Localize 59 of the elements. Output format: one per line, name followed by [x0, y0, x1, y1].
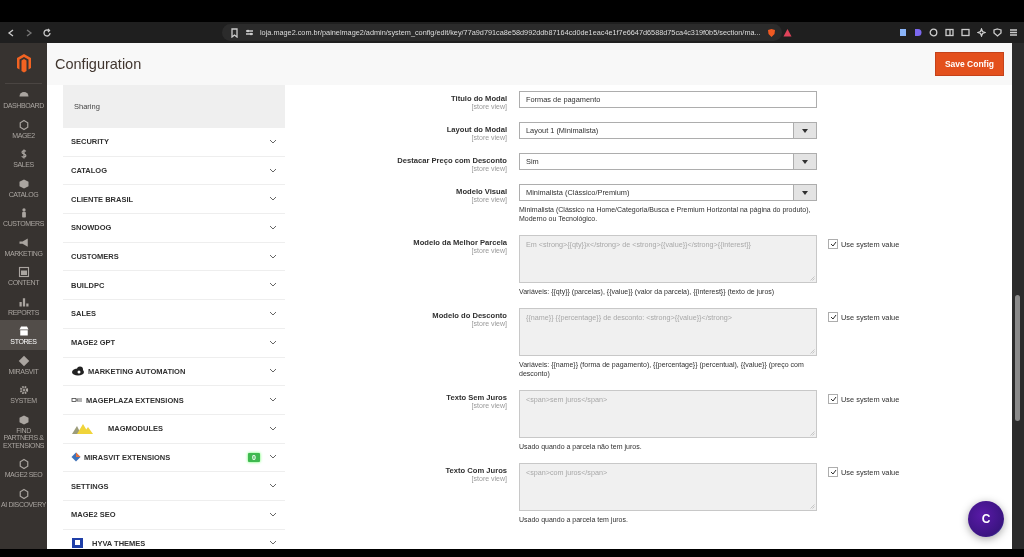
chevron-icon[interactable]	[269, 224, 277, 231]
chevron-icon[interactable]	[269, 397, 277, 404]
dropdown-arrow-icon	[802, 159, 808, 164]
logo-icon[interactable]	[15, 53, 32, 73]
shield-icon[interactable]	[766, 27, 776, 38]
scrollbar[interactable]	[1012, 43, 1024, 549]
box-icon	[17, 177, 30, 190]
resize-grip-icon	[810, 504, 815, 509]
box-icon	[17, 413, 30, 426]
chevron-icon[interactable]	[269, 483, 277, 490]
cloud-icon	[71, 366, 85, 377]
chevron-icon[interactable]	[269, 425, 277, 432]
checkbox[interactable]	[828, 467, 838, 477]
site-settings-icon[interactable]	[245, 28, 254, 37]
dropdown-arrow-icon	[802, 128, 808, 133]
forward-icon[interactable]	[24, 27, 34, 38]
chevron-icon[interactable]	[269, 282, 277, 289]
chevron-icon[interactable]	[269, 511, 277, 518]
reload-icon[interactable]	[42, 27, 52, 38]
bookmark-icon[interactable]	[230, 27, 239, 38]
chevron-icon[interactable]	[269, 310, 277, 317]
menu-icon[interactable]	[1009, 28, 1018, 37]
resize-grip-icon	[810, 431, 815, 436]
save-config-button[interactable]: Save Config	[934, 52, 1004, 76]
checkbox[interactable]	[828, 312, 838, 322]
hexagon-icon	[17, 487, 30, 500]
chevron-icon[interactable]	[269, 167, 277, 174]
resize-grip-icon	[810, 349, 815, 354]
hexagon-icon	[17, 458, 30, 470]
chevron-icon[interactable]	[269, 138, 277, 145]
resize-grip-icon	[810, 276, 815, 281]
back-icon[interactable]	[6, 27, 16, 38]
page-title: Configuration	[55, 56, 142, 72]
gear-icon	[17, 384, 30, 396]
sidebar-icon[interactable]	[945, 28, 954, 37]
dropdown-arrow-icon	[802, 190, 808, 195]
shield-icon[interactable]	[993, 28, 1002, 37]
check-icon	[829, 469, 837, 475]
check-icon	[829, 396, 837, 402]
checkbox[interactable]	[828, 239, 838, 249]
window-icon[interactable]	[961, 28, 970, 37]
store-icon	[17, 325, 30, 337]
diamond-icon	[71, 452, 81, 463]
check-icon	[829, 241, 837, 247]
diamond-icon	[17, 354, 30, 367]
sparkle-icon[interactable]	[977, 28, 986, 37]
hexagon-icon	[17, 118, 30, 131]
chevron-icon[interactable]	[269, 540, 277, 547]
check-icon	[829, 314, 837, 320]
megaphone-icon	[17, 236, 30, 249]
chevron-icon[interactable]	[269, 253, 277, 260]
checkbox[interactable]	[828, 394, 838, 404]
chevron-icon[interactable]	[269, 454, 277, 461]
triangle-icon[interactable]	[782, 28, 792, 37]
chevron-icon[interactable]	[269, 368, 277, 375]
bar-chart-icon	[17, 295, 30, 308]
chevron-icon[interactable]	[269, 339, 277, 346]
layout-icon	[17, 266, 30, 278]
chevron-icon[interactable]	[269, 196, 277, 203]
